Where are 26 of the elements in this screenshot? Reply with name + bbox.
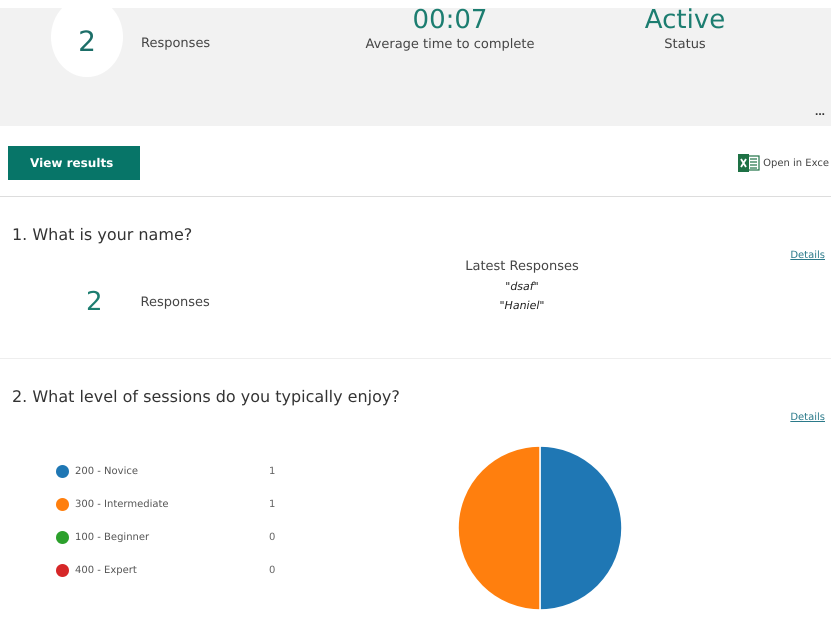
average-time: 00:07 [412,5,488,35]
response-text: "Haniel" [498,299,546,312]
responses-label: Responses [140,294,210,310]
legend-label: 400 - Expert [75,565,138,576]
legend-count: 1 [269,466,276,477]
responses-label: Responses [141,36,210,50]
details-link[interactable]: Details [790,412,825,423]
latest-responses-label: Latest Responses [464,259,580,274]
legend-count: 0 [269,532,276,543]
status-value: Active [644,5,726,35]
average-time-label: Average time to complete [364,37,536,52]
question-title: 2. What level of sessions do you typically enjoy? [12,387,401,406]
legend-label: 300 - Intermediate [75,499,170,510]
open-in-excel-link[interactable]: Open in Exce [738,154,829,172]
response-count: 2 [86,287,103,317]
status-label: Status [663,37,707,52]
more-button[interactable]: ... [810,104,829,118]
spreadsheet-icon [738,154,760,172]
question-title: 1. What is your name? [12,225,194,244]
legend-count: 0 [269,565,276,576]
view-results-button[interactable]: View results [8,146,140,180]
details-link[interactable]: Details [790,250,825,261]
legend-label: 200 - Novice [75,466,139,477]
response-text: "dsaf" [504,280,540,293]
legend-label: 100 - Beginner [75,532,150,543]
legend-count: 1 [269,499,276,510]
